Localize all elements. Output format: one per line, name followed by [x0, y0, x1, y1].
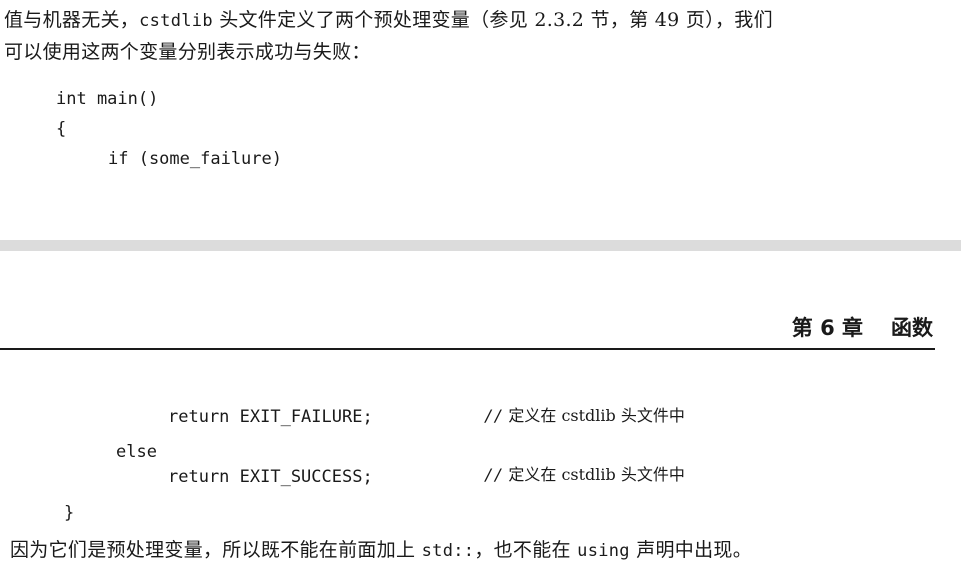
- comment-2-slashes: //: [484, 465, 504, 484]
- code-line-int-main: int main(): [56, 89, 159, 109]
- intro-text-line-2: 可以使用这两个变量分别表示成功与失败：: [4, 41, 371, 63]
- code-line-close-brace: }: [64, 503, 75, 523]
- code-line-open-brace: {: [56, 119, 67, 139]
- intro-text-after: 头文件定义了两个预处理变量（参见 2.3.2 节，第 49 页），我们: [212, 9, 773, 31]
- comment-1-slashes: //: [484, 406, 504, 425]
- closing-text-middle: ，也不能在: [474, 539, 578, 561]
- code-line-else: else: [116, 442, 157, 462]
- inline-code-cstdlib: cstdlib: [139, 11, 213, 31]
- code-comment-1: // 定义在 cstdlib 头文件中: [484, 406, 685, 426]
- inline-code-using: using: [577, 541, 630, 561]
- intro-text-before: 值与机器无关，: [4, 9, 140, 31]
- bottom-page: [0, 251, 961, 576]
- closing-paragraph: 因为它们是预处理变量，所以既不能在前面加上 std::，也不能在 using 声…: [10, 538, 752, 563]
- comment-1-text: 定义在 cstdlib 头文件中: [508, 406, 685, 425]
- running-head: 第 6 章 函数: [792, 315, 933, 341]
- code-line-if-failure: if (some_failure): [108, 149, 282, 169]
- closing-text-before: 因为它们是预处理变量，所以既不能在前面加上: [10, 539, 422, 561]
- running-head-title: 函数: [891, 316, 933, 340]
- code-line-return-success: return EXIT_SUCCESS;: [168, 467, 373, 487]
- comment-2-text: 定义在 cstdlib 头文件中: [508, 465, 685, 484]
- closing-text-after: 声明中出现。: [629, 539, 752, 561]
- running-head-chapter: 第 6 章: [791, 316, 863, 340]
- inline-code-std: std::: [421, 541, 475, 561]
- intro-paragraph-line-1: 值与机器无关，cstdlib 头文件定义了两个预处理变量（参见 2.3.2 节，…: [4, 8, 773, 33]
- running-head-rule: [0, 348, 935, 350]
- intro-paragraph-line-2: 可以使用这两个变量分别表示成功与失败：: [4, 40, 371, 64]
- page-separator: [0, 240, 961, 251]
- code-comment-2: // 定义在 cstdlib 头文件中: [484, 465, 685, 485]
- top-page: 值与机器无关，cstdlib 头文件定义了两个预处理变量（参见 2.3.2 节，…: [0, 0, 961, 240]
- code-line-return-failure: return EXIT_FAILURE;: [168, 407, 373, 427]
